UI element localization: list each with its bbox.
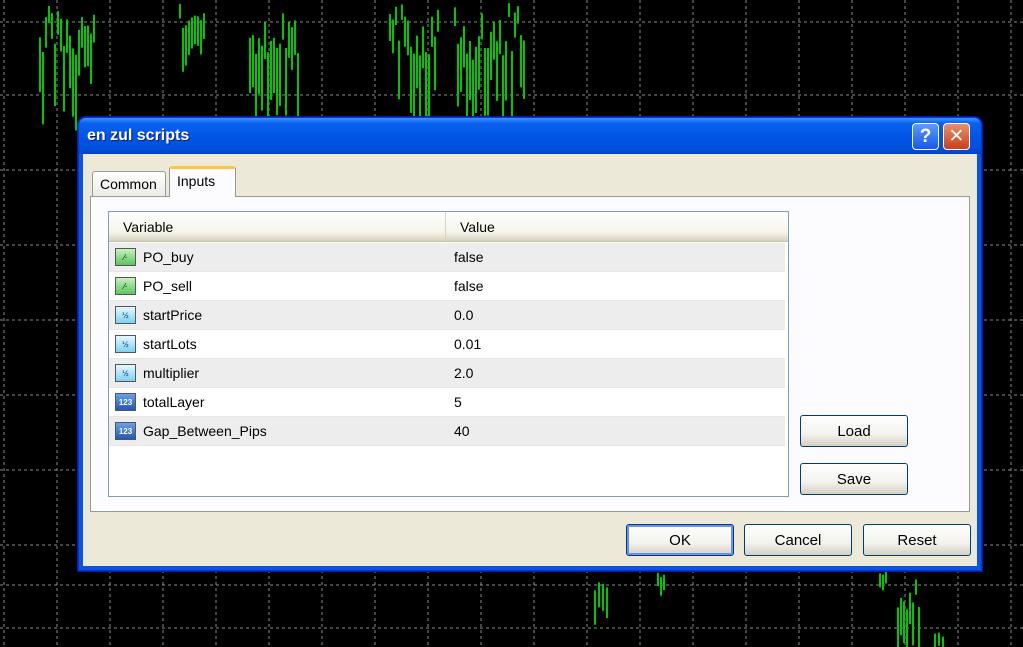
variable-value[interactable]: false	[454, 278, 484, 294]
table-header: Variable Value	[109, 212, 788, 242]
int-type-icon: 123	[115, 393, 136, 411]
inputs-panel: Variable Value ⁄· PO_buy false ⁄· PO_sel…	[90, 196, 970, 512]
table-row[interactable]: ⁄· PO_sell false	[109, 272, 785, 301]
reset-button[interactable]: Reset	[863, 524, 971, 556]
bool-type-icon: ⁄·	[115, 248, 136, 266]
variable-value[interactable]: 0.01	[454, 336, 481, 352]
variable-name: Gap_Between_Pips	[143, 423, 267, 439]
variable-name: totalLayer	[143, 394, 205, 410]
tab-inputs[interactable]: Inputs	[169, 166, 236, 197]
table-row[interactable]: 123 totalLayer 5	[109, 388, 785, 417]
table-row[interactable]: 123 Gap_Between_Pips 40	[109, 417, 785, 446]
variable-name: startLots	[143, 336, 197, 352]
load-button[interactable]: Load	[800, 415, 908, 447]
window-title: en zul scripts	[87, 127, 190, 144]
tab-common[interactable]: Common	[92, 171, 166, 196]
variable-value[interactable]: 0.0	[454, 307, 473, 323]
title-bar[interactable]: en zul scripts ? ✕	[79, 118, 981, 154]
variable-name: multiplier	[143, 365, 200, 381]
ok-button[interactable]: OK	[626, 524, 734, 556]
double-type-icon: ½	[115, 335, 136, 353]
bool-type-icon: ⁄·	[115, 277, 136, 295]
variable-value[interactable]: 5	[454, 394, 462, 410]
table-row[interactable]: ½ multiplier 2.0	[109, 359, 785, 388]
variable-value[interactable]: 2.0	[454, 365, 473, 381]
variable-name: startPrice	[143, 307, 203, 323]
variable-name: PO_buy	[143, 249, 194, 265]
column-header-variable[interactable]: Variable	[109, 212, 446, 242]
dialog-client-area: Common Inputs Variable Value ⁄· PO_buy f…	[83, 154, 977, 566]
properties-dialog: en zul scripts ? ✕ Common Inputs Variabl…	[78, 117, 982, 571]
column-header-value[interactable]: Value	[446, 212, 788, 242]
table-row[interactable]: ⁄· PO_buy false	[109, 243, 785, 272]
table-row[interactable]: ½ startLots 0.01	[109, 330, 785, 359]
cancel-button[interactable]: Cancel	[744, 524, 852, 556]
variable-value[interactable]: 40	[454, 423, 470, 439]
inputs-table[interactable]: Variable Value ⁄· PO_buy false ⁄· PO_sel…	[108, 211, 789, 497]
close-icon[interactable]: ✕	[943, 123, 970, 150]
save-button[interactable]: Save	[800, 463, 908, 495]
variable-name: PO_sell	[143, 278, 193, 294]
int-type-icon: 123	[115, 422, 136, 440]
double-type-icon: ½	[115, 364, 136, 382]
double-type-icon: ½	[115, 306, 136, 324]
help-icon[interactable]: ?	[912, 123, 939, 150]
table-row[interactable]: ½ startPrice 0.0	[109, 301, 785, 330]
variable-value[interactable]: false	[454, 249, 484, 265]
